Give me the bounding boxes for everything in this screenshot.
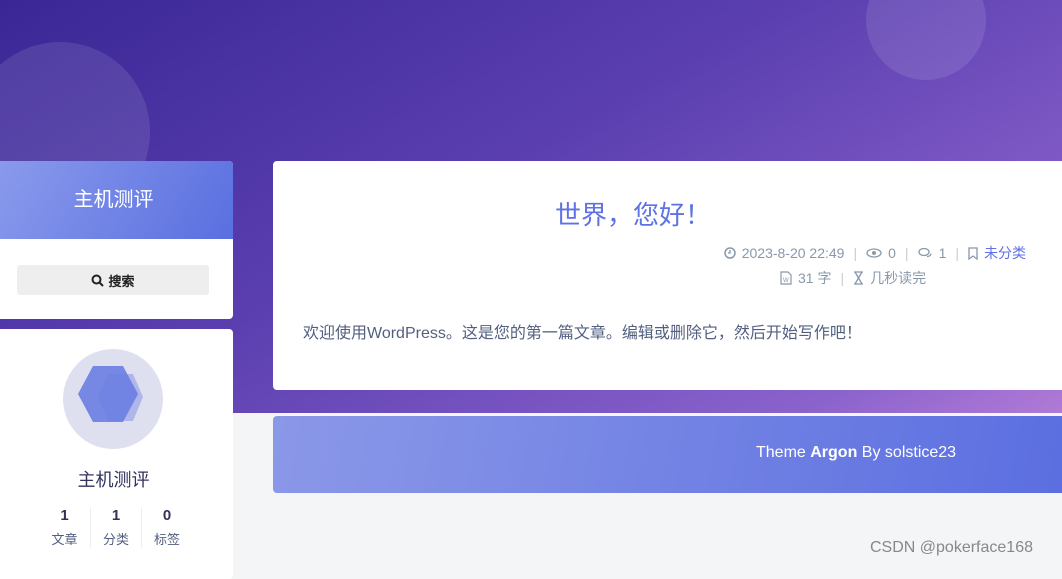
decorative-circle [866,0,986,80]
bookmark-icon [968,246,978,260]
search-icon [91,274,105,287]
word-count: 31 字 [798,270,832,286]
stat-value: 1 [60,507,69,524]
comment-count: 1 [938,245,947,261]
profile-card: 主机测评 1 文章 1 分类 0 标签 [0,329,233,579]
avatar [63,349,163,449]
word-file-icon: W [780,271,792,285]
read-time: 几秒读完 [870,270,927,286]
site-card: 主机测评 搜索 [0,161,233,319]
footer: Theme Argon By solstice23 [273,416,1062,493]
stat-value: 1 [111,507,121,524]
post-meta: 2023-8-20 22:49 | 0 | 1 | 未分类 [723,243,1026,263]
view-count: 0 [888,245,896,261]
footer-prefix: Theme [756,444,811,461]
hourglass-icon [853,271,864,285]
stat-tags[interactable]: 0 标签 [141,507,192,548]
profile-name: 主机测评 [77,470,150,490]
footer-credit: Theme Argon By solstice23 [756,444,956,462]
eye-icon [866,248,882,258]
clock-icon [723,247,736,259]
stat-categories[interactable]: 1 分类 [90,507,141,548]
watermark: CSDN @pokerface168 [870,539,1033,556]
comments-icon [917,247,933,259]
profile-stats: 1 文章 1 分类 0 标签 [39,507,192,548]
stat-label: 标签 [153,532,180,547]
post-excerpt: 欢迎使用WordPress。这是您的第一篇文章。编辑或删除它，然后开始写作吧！ [303,325,862,342]
post-date: 2023-8-20 22:49 [741,245,845,261]
svg-text:W: W [783,278,789,284]
post-card: 世界，您好！ 2023-8-20 22:49 | 0 | 1 | 未分类 W 31 字… [273,161,1062,390]
stat-label: 分类 [102,532,129,547]
stat-label: 文章 [51,532,78,547]
footer-suffix: By solstice23 [857,444,957,461]
theme-link[interactable]: Argon [810,444,857,461]
search-button[interactable]: 搜索 [17,265,209,295]
stat-value: 0 [162,507,172,524]
post-meta-secondary: W 31 字 | 几秒读完 [780,268,926,288]
search-label: 搜索 [108,273,135,289]
stat-posts[interactable]: 1 文章 [39,507,90,548]
post-title[interactable]: 世界，您好！ [273,195,973,232]
site-title[interactable]: 主机测评 [0,161,233,239]
post-category[interactable]: 未分类 [984,243,1026,263]
